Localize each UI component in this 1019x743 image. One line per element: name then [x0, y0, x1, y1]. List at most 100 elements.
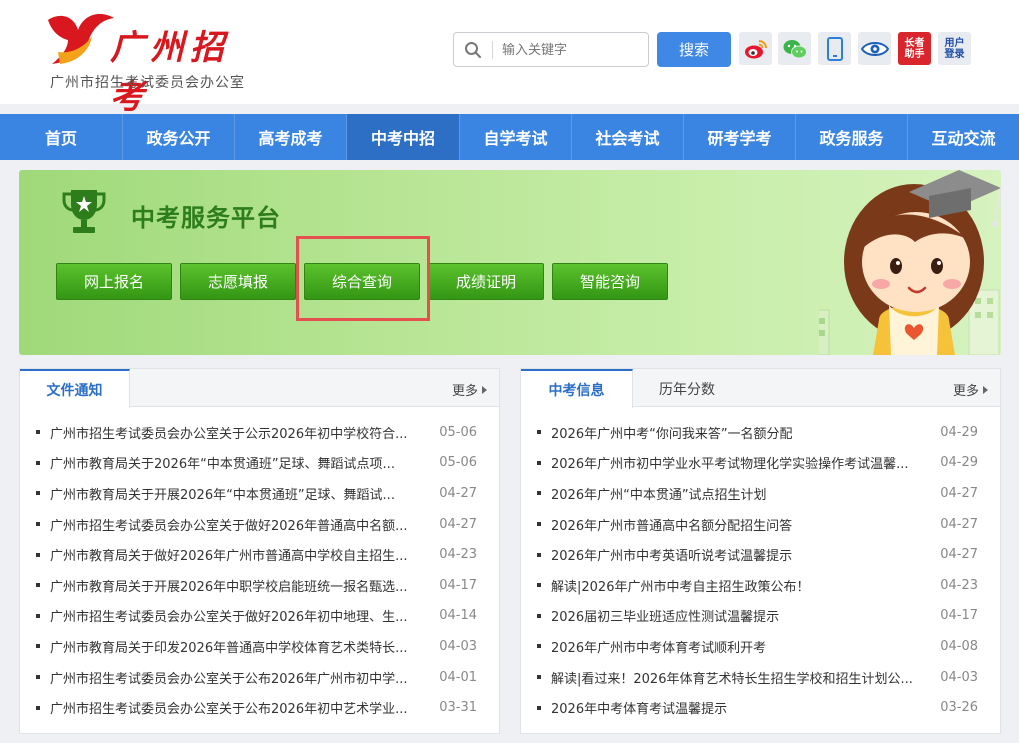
nav-item-zhongkao[interactable]: 中考中招 [347, 114, 460, 160]
bullet-icon [537, 613, 541, 618]
student-mascot-illustration [819, 170, 1001, 355]
weibo-button[interactable] [739, 32, 772, 65]
list-item[interactable]: 广州市招生考试委员会办公室关于做好2026年普通高中名额... 04-27 [20, 509, 499, 540]
item-date: 05-06 [439, 424, 477, 440]
bullet-icon [36, 583, 40, 588]
arrow-right-icon [482, 386, 487, 394]
list-item[interactable]: 2026年广州中考“你问我来答”一名额分配 04-29 [521, 417, 1000, 448]
item-title[interactable]: 广州市教育局关于做好2026年广州市普通高中学校自主招生... [50, 545, 430, 564]
more-link[interactable]: 更多 [452, 380, 487, 399]
item-title[interactable]: 解读|2026年广州市中考自主招生政策公布！ [551, 576, 931, 595]
list-item[interactable]: 2026年中考体育考试温馨提示 03-26 [521, 692, 1000, 723]
item-date: 03-31 [439, 700, 477, 716]
list-item[interactable]: 2026年广州市中考英语听说考试温馨提示 04-27 [521, 539, 1000, 570]
nav-item-gaokao[interactable]: 高考成考 [235, 114, 347, 160]
item-date: 05-06 [439, 455, 477, 471]
item-title[interactable]: 广州市教育局关于开展2026年“中本贯通班”足球、舞蹈试... [50, 484, 430, 503]
search-box [453, 32, 649, 67]
nav-item-government-affairs[interactable]: 政务公开 [123, 114, 235, 160]
search-button[interactable]: 搜索 [657, 32, 731, 67]
platform-title: 中考服务平台 [131, 204, 281, 232]
bullet-icon [537, 491, 541, 496]
zhongkao-info-list: 2026年广州中考“你问我来答”一名额分配 04-29 2026年广州市初中学业水… [521, 417, 1000, 723]
list-item[interactable]: 广州市招生考试委员会办公室关于公布2026年广州市初中学... 04-01 [20, 662, 499, 693]
nav-item-self-study-exam[interactable]: 自学考试 [460, 114, 572, 160]
item-title[interactable]: 2026年中考体育考试温馨提示 [551, 698, 931, 717]
item-title[interactable]: 2026年广州市中考体育考试顺利开考 [551, 637, 931, 656]
elder-assistant-button[interactable]: 长者 助手 [898, 32, 931, 65]
list-item[interactable]: 解读|2026年广州市中考自主招生政策公布！ 04-23 [521, 570, 1000, 601]
zhongkao-info-panel: 中考信息 历年分数 更多 2026年广州中考“你问我来答”一名额分配 04-29 … [520, 368, 1001, 734]
file-notice-panel: 文件通知 更多 广州市招生考试委员会办公室关于公示2026年初中学校符合... 0… [19, 368, 500, 734]
list-item[interactable]: 2026年广州“中本贯通”试点招生计划 04-27 [521, 478, 1000, 509]
nav-item-home[interactable]: 首页 [0, 114, 123, 160]
zhongkao-service-banner: 中考服务平台 网上报名 志愿填报 综合查询 成绩证明 智能咨询 [19, 170, 1001, 355]
list-item[interactable]: 广州市招生考试委员会办公室关于公示2026年初中学校符合... 05-06 [20, 417, 499, 448]
wechat-button[interactable] [778, 32, 811, 65]
bullet-icon [537, 644, 541, 649]
item-title[interactable]: 2026年广州市中考英语听说考试温馨提示 [551, 545, 931, 564]
tab-historical-scores[interactable]: 历年分数 [633, 369, 741, 408]
item-title[interactable]: 2026年广州中考“你问我来答”一名额分配 [551, 423, 931, 442]
item-title[interactable]: 广州市招生考试委员会办公室关于做好2026年初中地理、生... [50, 606, 430, 625]
item-date: 04-23 [439, 547, 477, 563]
search-icon [465, 42, 481, 58]
bullet-icon [36, 613, 40, 618]
score-certificate-button[interactable]: 成绩证明 [428, 263, 544, 300]
item-title[interactable]: 广州市招生考试委员会办公室关于公示2026年初中学校符合... [50, 423, 430, 442]
trophy-icon [62, 190, 106, 233]
online-registration-button[interactable]: 网上报名 [56, 263, 172, 300]
item-title[interactable]: 广州市招生考试委员会办公室关于公布2026年广州市初中学... [50, 668, 430, 687]
user-login-button[interactable]: 用户 登录 [938, 32, 971, 65]
wechat-icon [783, 39, 807, 58]
list-item[interactable]: 广州市教育局关于印发2026年普通高中学校体育艺术类特长... 04-03 [20, 631, 499, 662]
nav-item-graduate-exam[interactable]: 研考学考 [684, 114, 796, 160]
eye-icon [860, 41, 889, 56]
bullet-icon [36, 552, 40, 557]
item-title[interactable]: 广州市教育局关于开展2026年中职学校启能班统一报名甄选... [50, 576, 430, 595]
item-date: 04-17 [940, 608, 978, 624]
item-title[interactable]: 解读|看过来！2026年体育艺术特长生招生学校和招生计划公... [551, 668, 931, 687]
list-item[interactable]: 2026年广州市普通高中名额分配招生问答 04-27 [521, 509, 1000, 540]
list-item[interactable]: 2026届初三毕业班适应性测试温馨提示 04-17 [521, 601, 1000, 632]
nav-item-social-exam[interactable]: 社会考试 [572, 114, 684, 160]
item-title[interactable]: 广州市招生考试委员会办公室关于做好2026年普通高中名额... [50, 515, 430, 534]
accessibility-button[interactable] [858, 32, 891, 65]
item-date: 04-08 [940, 638, 978, 654]
item-title[interactable]: 广州市教育局关于印发2026年普通高中学校体育艺术类特长... [50, 637, 430, 656]
item-date: 03-26 [940, 700, 978, 716]
tab-zhongkao-info[interactable]: 中考信息 [521, 369, 633, 408]
item-date: 04-27 [940, 485, 978, 501]
main-nav: 首页 政务公开 高考成考 中考中招 自学考试 社会考试 研考学考 政务服务 互动… [0, 114, 1019, 160]
list-item[interactable]: 解读|看过来！2026年体育艺术特长生招生学校和招生计划公... 04-03 [521, 662, 1000, 693]
volunteer-application-button[interactable]: 志愿填报 [180, 263, 296, 300]
list-item[interactable]: 2026年广州市初中学业水平考试物理化学实验操作考试温馨... 04-29 [521, 448, 1000, 479]
list-item[interactable]: 广州市教育局关于开展2026年“中本贯通班”足球、舞蹈试... 04-27 [20, 478, 499, 509]
list-item[interactable]: 2026年广州市中考体育考试顺利开考 04-08 [521, 631, 1000, 662]
tab-file-notice[interactable]: 文件通知 [20, 369, 130, 408]
nav-item-gov-services[interactable]: 政务服务 [796, 114, 908, 160]
smart-consult-button[interactable]: 智能咨询 [552, 263, 668, 300]
list-item[interactable]: 广州市教育局关于2026年“中本贯通班”足球、舞蹈试点项... 05-06 [20, 448, 499, 479]
item-title[interactable]: 广州市教育局关于2026年“中本贯通班”足球、舞蹈试点项... [50, 453, 430, 472]
search-input[interactable] [502, 38, 642, 62]
item-title[interactable]: 2026年广州市普通高中名额分配招生问答 [551, 515, 931, 534]
list-item[interactable]: 广州市教育局关于做好2026年广州市普通高中学校自主招生... 04-23 [20, 539, 499, 570]
list-item[interactable]: 广州市教育局关于开展2026年中职学校启能班统一报名甄选... 04-17 [20, 570, 499, 601]
bullet-icon [36, 705, 40, 710]
bullet-icon [36, 644, 40, 649]
item-date: 04-29 [940, 424, 978, 440]
more-link[interactable]: 更多 [953, 380, 988, 399]
nav-item-interaction[interactable]: 互动交流 [908, 114, 1019, 160]
site-header: 广州招考 广州市招生考试委员会办公室 搜索 [0, 0, 1019, 117]
site-logo[interactable]: 广州招考 广州市招生考试委员会办公室 [38, 8, 268, 117]
mobile-button[interactable] [818, 32, 851, 65]
list-item[interactable]: 广州市招生考试委员会办公室关于做好2026年初中地理、生... 04-14 [20, 601, 499, 632]
list-item[interactable]: 广州市招生考试委员会办公室关于公布2026年初中艺术学业... 03-31 [20, 692, 499, 723]
item-title[interactable]: 广州市招生考试委员会办公室关于公布2026年初中艺术学业... [50, 698, 430, 717]
item-title[interactable]: 2026届初三毕业班适应性测试温馨提示 [551, 606, 931, 625]
search-divider [492, 41, 493, 59]
item-title[interactable]: 2026年广州“中本贯通”试点招生计划 [551, 484, 931, 503]
mobile-icon [826, 36, 843, 61]
item-title[interactable]: 2026年广州市初中学业水平考试物理化学实验操作考试温馨... [551, 453, 931, 472]
